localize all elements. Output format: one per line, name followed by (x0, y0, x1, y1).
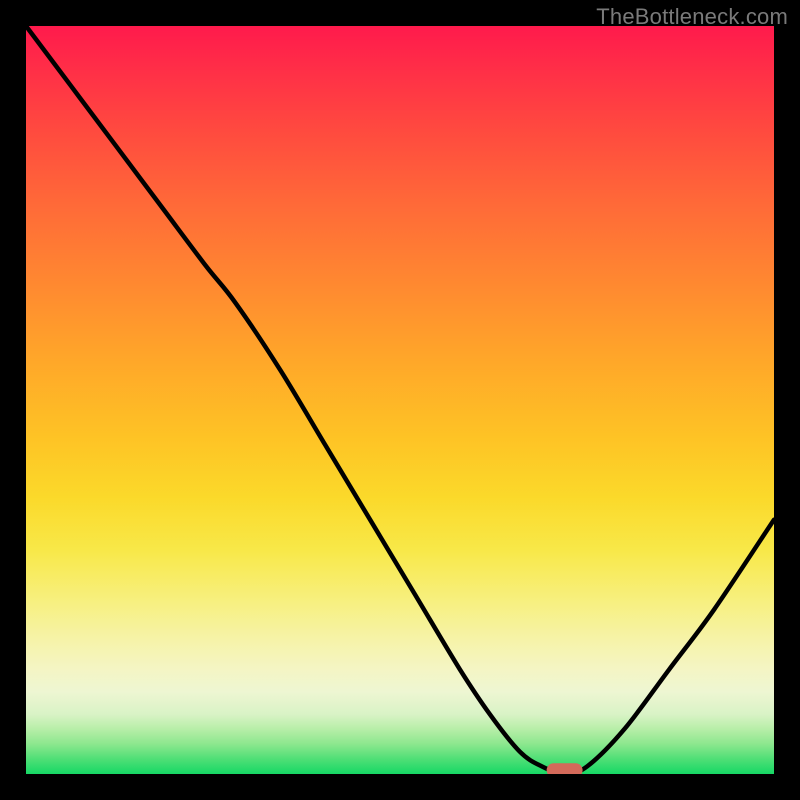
chart-frame: TheBottleneck.com (0, 0, 800, 800)
curve-layer (26, 26, 774, 774)
plot-area (26, 26, 774, 774)
optimum-marker (547, 763, 583, 774)
bottleneck-curve (26, 26, 774, 774)
watermark-text: TheBottleneck.com (596, 4, 788, 30)
